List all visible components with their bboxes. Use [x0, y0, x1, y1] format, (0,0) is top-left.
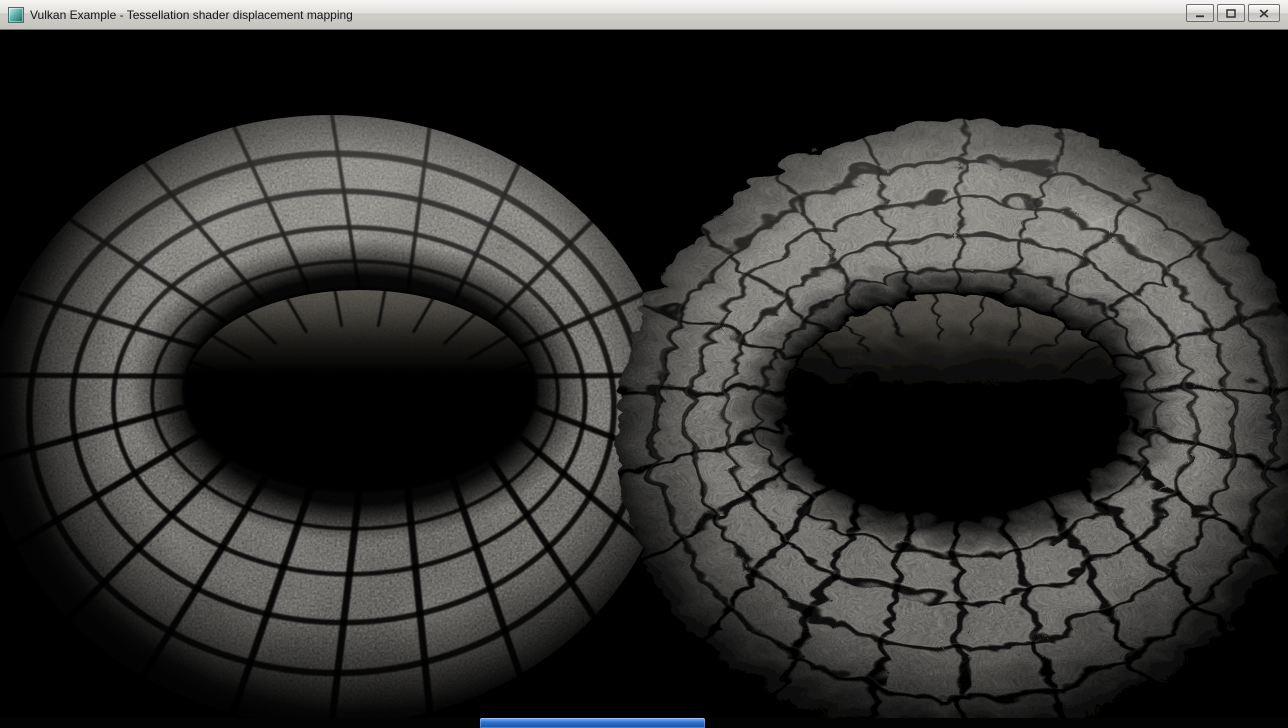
minimize-icon	[1195, 9, 1205, 18]
close-icon	[1259, 9, 1269, 18]
taskbar-button[interactable]	[480, 718, 705, 728]
app-window: Vulkan Example - Tessellation shader dis…	[0, 0, 1288, 728]
titlebar[interactable]: Vulkan Example - Tessellation shader dis…	[0, 0, 1288, 30]
maximize-icon	[1226, 9, 1236, 18]
window-controls	[1186, 4, 1280, 22]
window-title: Vulkan Example - Tessellation shader dis…	[30, 8, 353, 22]
torus-with-displacement	[590, 95, 1288, 718]
render-viewport[interactable]	[0, 30, 1288, 718]
maximize-button[interactable]	[1217, 4, 1245, 22]
vulkan-app-icon	[8, 7, 24, 23]
close-button[interactable]	[1248, 4, 1280, 22]
minimize-button[interactable]	[1186, 4, 1214, 22]
vulkan-3d-scene	[0, 30, 1288, 718]
taskbar-strip	[0, 718, 1288, 728]
